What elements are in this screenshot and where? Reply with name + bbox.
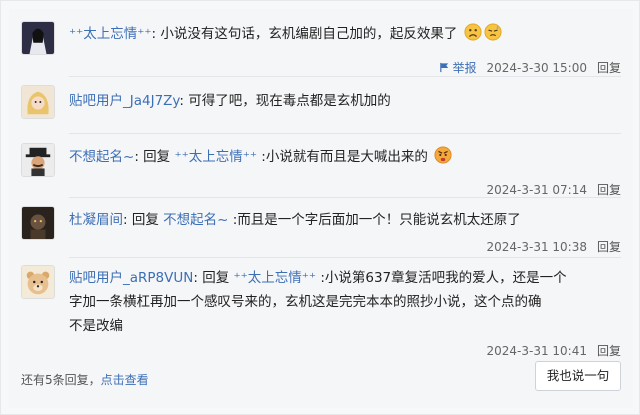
divider xyxy=(69,257,621,258)
divider xyxy=(69,133,621,134)
timestamp: 2024-3-31 10:41 xyxy=(486,343,587,358)
divider xyxy=(69,197,621,198)
avatar[interactable] xyxy=(21,265,55,299)
reply-word: 回复 xyxy=(127,212,164,228)
avatar[interactable] xyxy=(21,206,55,240)
comment-body: 不想起名~: 回复 ⁺⁺太上忘情⁺⁺ :小说就有而且是大喊出来的 xyxy=(69,145,621,169)
comment-text: 小说没有这句话，玄机编剧自己加的，起反效果了 xyxy=(160,26,458,42)
comment-text: 可得了吧，现在毒点都是玄机加的 xyxy=(183,93,391,109)
reply-button[interactable]: 回复 xyxy=(597,181,621,198)
avatar[interactable] xyxy=(21,143,55,177)
avatar[interactable] xyxy=(21,85,55,119)
timestamp: 2024-3-31 10:38 xyxy=(486,239,587,254)
colon: : xyxy=(316,270,325,286)
flag-icon xyxy=(440,62,449,73)
comment-text: 而且是一个字后面加一个！只能说玄机太还原了 xyxy=(237,212,521,228)
emoji-sweat-icon xyxy=(484,23,502,41)
reply-compose-button[interactable]: 我也说一句 xyxy=(535,361,621,391)
comment-text: 小说第637章复活吧我的爱人，还是一个 xyxy=(324,270,567,286)
comment-line: 贴吧用户_aRP8VUN: 回复 ⁺⁺太上忘情⁺⁺ :小说第637章复活吧我的爱… xyxy=(69,266,621,290)
reply-button[interactable]: 回复 xyxy=(597,342,621,359)
reply-button[interactable]: 回复 xyxy=(597,238,621,255)
timestamp: 2024-3-30 15:00 xyxy=(486,60,587,75)
reply-button[interactable]: 回复 xyxy=(597,59,621,76)
comment-text: 小说就有而且是大喊出来的 xyxy=(265,149,428,165)
comment-body: 贴吧用户_Ja4J7Zy: 可得了吧，现在毒点都是玄机加的 xyxy=(69,89,621,113)
comment-body: ⁺⁺太上忘情⁺⁺: 小说没有这句话，玄机编剧自己加的，起反效果了 xyxy=(69,22,621,46)
reply-target-link[interactable]: 不想起名~ xyxy=(163,212,228,228)
reply-panel: ⁺⁺太上忘情⁺⁺: 小说没有这句话，玄机编剧自己加的，起反效果了 举报 2024… xyxy=(9,9,633,408)
view-more-link[interactable]: 点击查看 xyxy=(101,373,149,387)
more-replies: 还有5条回复，点击查看 xyxy=(21,371,149,388)
colon: : xyxy=(228,212,238,228)
colon: : xyxy=(151,26,157,42)
reply-word: 回复 xyxy=(138,149,175,165)
comment-body: 贴吧用户_aRP8VUN: 回复 ⁺⁺太上忘情⁺⁺ :小说第637章复活吧我的爱… xyxy=(69,266,621,338)
reply-target-link[interactable]: ⁺⁺太上忘情⁺⁺ xyxy=(174,149,257,165)
comment-meta: 2024-3-31 10:38 回复 xyxy=(486,238,621,255)
comment-meta: 2024-3-31 07:14 回复 xyxy=(486,181,621,198)
reply-target-link[interactable]: ⁺⁺太上忘情⁺⁺ xyxy=(234,270,317,286)
comment-meta: 举报 2024-3-30 15:00 回复 xyxy=(439,59,621,76)
username-link[interactable]: 贴吧用户_aRP8VUN xyxy=(69,270,193,286)
comment-text: 不是改编 xyxy=(69,318,123,334)
comment-thread-frame: ⁺⁺太上忘情⁺⁺: 小说没有这句话，玄机编剧自己加的，起反效果了 举报 2024… xyxy=(0,0,640,415)
emoji-angry-icon xyxy=(434,146,452,164)
comment-text: 字加一条横杠再加一个感叹号来的，玄机这是完完本本的照抄小说，这个点的确 xyxy=(69,294,542,310)
comment-meta: 2024-3-31 10:41 回复 xyxy=(486,342,621,359)
comment-body: 杜凝眉间: 回复 不想起名~ :而且是一个字后面加一个！只能说玄机太还原了 xyxy=(69,208,621,232)
colon: : xyxy=(256,149,266,165)
avatar[interactable] xyxy=(21,21,55,55)
more-replies-text: 还有5条回复， xyxy=(21,373,101,387)
timestamp: 2024-3-31 07:14 xyxy=(486,182,587,197)
reply-word: 回复 xyxy=(197,270,234,286)
report-label: 举报 xyxy=(452,61,477,75)
report-button[interactable]: 举报 xyxy=(439,59,476,76)
emoji-frown-icon xyxy=(464,23,482,41)
divider xyxy=(69,76,621,77)
username-link[interactable]: 不想起名~ xyxy=(69,149,134,165)
username-link[interactable]: ⁺⁺太上忘情⁺⁺ xyxy=(69,26,152,42)
username-link[interactable]: 杜凝眉间 xyxy=(69,212,123,228)
username-link[interactable]: 贴吧用户_Ja4J7Zy xyxy=(69,93,179,109)
